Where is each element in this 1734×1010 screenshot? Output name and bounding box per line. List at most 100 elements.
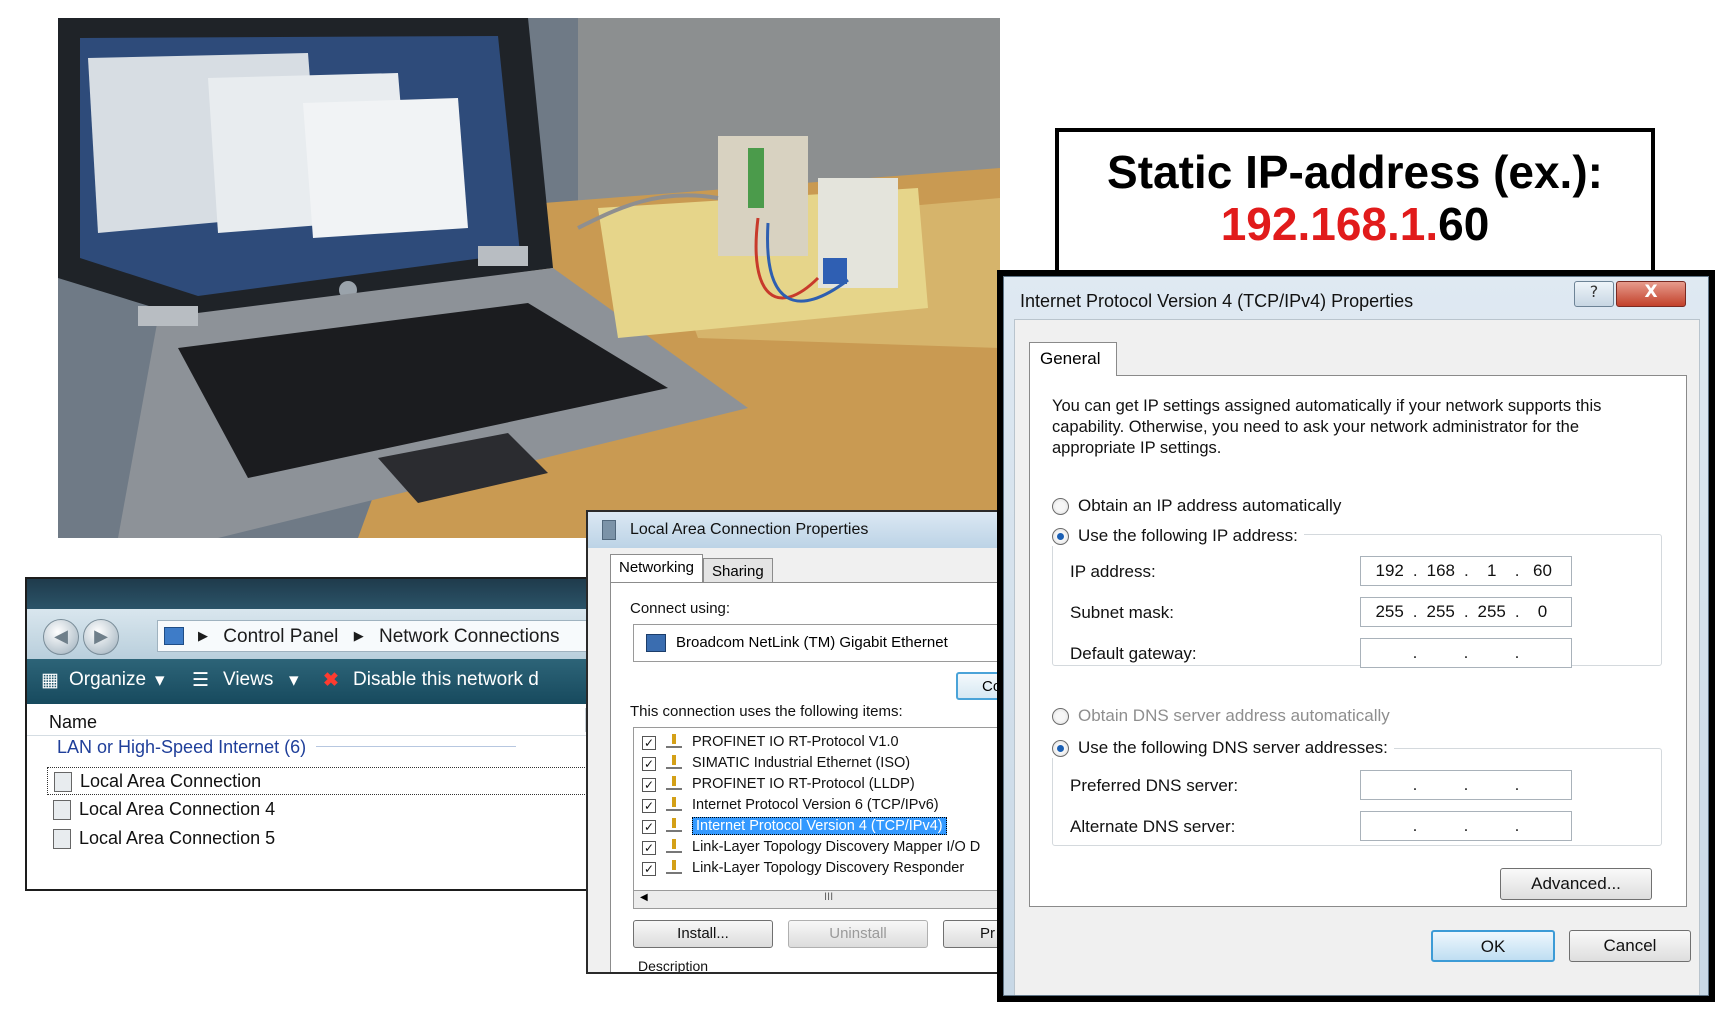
breadcrumb-separator-icon[interactable]: ▶ xyxy=(354,628,364,644)
protocol-icon xyxy=(666,839,682,853)
static-ip-callout: Static IP-address (ex.): 192.168.1.60 xyxy=(1055,128,1655,280)
intro-text: You can get IP settings assigned automat… xyxy=(1052,397,1602,457)
scroll-thumb-grip[interactable]: III xyxy=(824,891,833,903)
scroll-left-icon[interactable]: ◀ xyxy=(640,892,648,903)
radio-obtain-ip-auto[interactable]: Obtain an IP address automatically xyxy=(1052,496,1341,516)
breadcrumb-separator-icon[interactable]: ▶ xyxy=(198,628,208,644)
checkbox[interactable]: ✓ xyxy=(642,862,656,876)
radio-dot-selected xyxy=(1052,740,1069,757)
command-bar: ▦ Organize ▾ ☰ Views ▾ ✖ Disable this ne… xyxy=(27,659,603,704)
list-item[interactable]: ✓ Link-Layer Topology Discovery Responder xyxy=(642,860,964,880)
list-item-label: PROFINET IO RT-Protocol V1.0 xyxy=(692,734,899,750)
list-item-label: Link-Layer Topology Discovery Mapper I/O… xyxy=(692,839,981,855)
checkbox[interactable]: ✓ xyxy=(642,736,656,750)
chevron-down-icon[interactable]: ▾ xyxy=(155,669,165,692)
ok-button[interactable]: OK xyxy=(1431,930,1555,962)
callout-ip-example: 192.168.1.60 xyxy=(1059,198,1651,250)
group-header[interactable]: LAN or High-Speed Internet (6) xyxy=(57,737,517,758)
list-item-label: Local Area Connection xyxy=(80,771,262,791)
breadcrumb[interactable]: ▶ Control Panel ▶ Network Connections xyxy=(157,620,603,652)
install-button[interactable]: Install... xyxy=(633,920,773,948)
laptop-photo-illustration xyxy=(58,18,1000,538)
organize-icon: ▦ xyxy=(41,670,59,691)
views-button[interactable]: Views xyxy=(223,669,273,691)
description-label: Description xyxy=(638,958,709,974)
breadcrumb-control-panel[interactable]: Control Panel xyxy=(223,626,338,647)
dialog-title: Internet Protocol Version 4 (TCP/IPv4) P… xyxy=(1020,291,1414,311)
subnet-octet: 255 xyxy=(1426,602,1455,621)
checkbox[interactable]: ✓ xyxy=(642,778,656,792)
dialog-frame: Internet Protocol Version 4 (TCP/IPv4) P… xyxy=(1003,276,1709,996)
list-item-label: SIMATIC Industrial Ethernet (ISO) xyxy=(692,755,911,771)
list-item[interactable]: ✓ PROFINET IO RT-Protocol (LLDP) xyxy=(642,776,915,796)
chevron-down-icon[interactable]: ▾ xyxy=(289,669,299,692)
organize-button[interactable]: Organize xyxy=(69,669,146,691)
network-adapter-icon xyxy=(53,829,71,849)
tab-general[interactable]: General xyxy=(1029,342,1117,376)
name-column-header[interactable]: Name xyxy=(27,704,603,736)
forward-arrow-icon: ▶ xyxy=(94,626,108,647)
default-gateway-label: Default gateway: xyxy=(1070,644,1197,663)
disable-network-button[interactable]: Disable this network d xyxy=(353,669,539,691)
name-column-label: Name xyxy=(49,712,98,732)
list-item[interactable]: ✓ SIMATIC Industrial Ethernet (ISO) xyxy=(642,755,910,775)
radio-obtain-dns-auto[interactable]: Obtain DNS server address automatically xyxy=(1052,706,1390,726)
radio-label: Use the following IP address: xyxy=(1078,526,1298,545)
checkbox[interactable]: ✓ xyxy=(642,841,656,855)
list-item-label: PROFINET IO RT-Protocol (LLDP) xyxy=(692,776,915,792)
list-item[interactable]: Local Area Connection xyxy=(47,767,603,795)
general-panel: You can get IP settings assigned automat… xyxy=(1029,375,1687,907)
preferred-dns-label: Preferred DNS server: xyxy=(1070,776,1239,795)
list-item-selected[interactable]: ✓ Internet Protocol Version 4 (TCP/IPv4) xyxy=(642,817,947,838)
ip-octet: 168 xyxy=(1426,561,1455,580)
protocol-icon xyxy=(666,818,682,832)
uninstall-button[interactable]: Uninstall xyxy=(788,920,928,948)
close-button[interactable]: X xyxy=(1616,281,1686,307)
list-item[interactable]: ✓ Link-Layer Topology Discovery Mapper I/… xyxy=(642,839,980,859)
radio-dot xyxy=(1052,498,1069,515)
list-item[interactable]: Local Area Connection 4 xyxy=(47,796,603,824)
back-arrow-icon: ◀ xyxy=(54,626,68,647)
protocol-icon xyxy=(666,797,682,811)
back-button[interactable]: ◀ xyxy=(43,619,79,655)
ipv4-properties-dialog: Internet Protocol Version 4 (TCP/IPv4) P… xyxy=(997,270,1715,1002)
breadcrumb-network-connections[interactable]: Network Connections xyxy=(379,626,560,647)
ip-octet: 60 xyxy=(1532,561,1552,580)
subnet-mask-input[interactable]: 255. 255. 255. 0 xyxy=(1360,597,1572,627)
checkbox[interactable]: ✓ xyxy=(642,799,656,813)
disable-x-icon: ✖ xyxy=(323,670,339,691)
ip-address-label: IP address: xyxy=(1070,562,1156,581)
protocol-icon xyxy=(666,734,682,748)
tab-networking[interactable]: Networking xyxy=(610,554,704,585)
connect-using-label: Connect using: xyxy=(630,600,731,617)
horizontal-scrollbar[interactable]: ◀ III xyxy=(633,891,1004,909)
help-button[interactable]: ? xyxy=(1574,281,1614,307)
list-item[interactable]: Local Area Connection 5 xyxy=(47,825,603,853)
components-list[interactable]: ✓ PROFINET IO RT-Protocol V1.0 ✓ SIMATIC I… xyxy=(633,727,1004,891)
advanced-button[interactable]: Advanced... xyxy=(1500,868,1652,900)
radio-label: Obtain DNS server address automatically xyxy=(1078,706,1390,725)
lan-properties-titlebar: Local Area Connection Properties xyxy=(588,512,1004,548)
network-adapter-icon xyxy=(54,772,72,792)
radio-use-static-dns[interactable]: Use the following DNS server addresses: xyxy=(1052,738,1394,758)
ip-octet: 1 xyxy=(1486,561,1497,580)
checkbox[interactable]: ✓ xyxy=(642,757,656,771)
cancel-button[interactable]: Cancel xyxy=(1569,930,1691,962)
alternate-dns-input[interactable]: ... xyxy=(1360,811,1572,841)
adapter-field: Broadcom NetLink (TM) Gigabit Ethernet xyxy=(633,624,1004,662)
network-adapter-disconnected-icon xyxy=(53,800,71,820)
protocol-icon xyxy=(666,755,682,769)
ip-octet: 192 xyxy=(1375,561,1404,580)
forward-button[interactable]: ▶ xyxy=(83,619,119,655)
radio-use-static-ip[interactable]: Use the following IP address: xyxy=(1052,526,1304,546)
ip-address-input[interactable]: 192. 168. 1. 60 xyxy=(1360,556,1572,586)
network-adapter-icon xyxy=(602,520,616,540)
lan-properties-window: Local Area Connection Properties Network… xyxy=(586,510,1006,974)
list-item[interactable]: ✓ Internet Protocol Version 6 (TCP/IPv6) xyxy=(642,797,939,817)
list-item[interactable]: ✓ PROFINET IO RT-Protocol V1.0 xyxy=(642,734,899,754)
default-gateway-input[interactable]: ... xyxy=(1360,638,1572,668)
alternate-dns-label: Alternate DNS server: xyxy=(1070,817,1236,836)
preferred-dns-input[interactable]: ... xyxy=(1360,770,1572,800)
radio-label: Use the following DNS server addresses: xyxy=(1078,738,1388,757)
checkbox[interactable]: ✓ xyxy=(642,820,656,834)
